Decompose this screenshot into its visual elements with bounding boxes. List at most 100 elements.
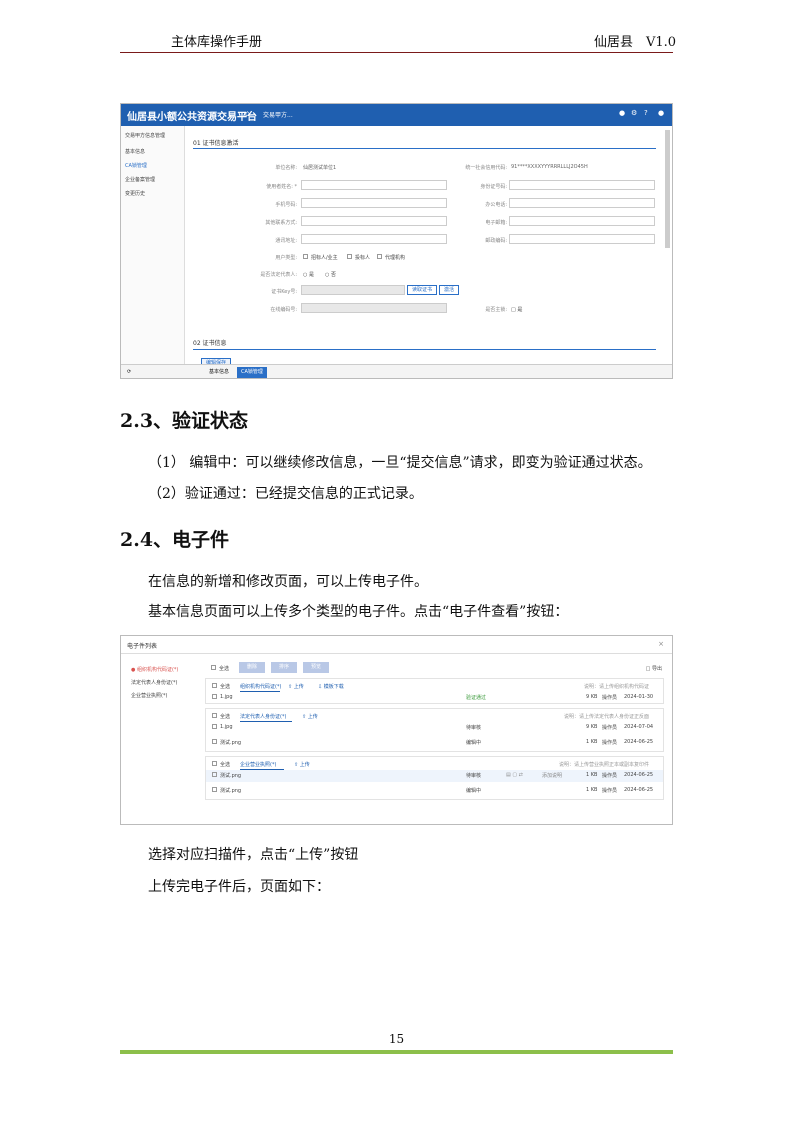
file-name[interactable]: 测试.png — [220, 787, 241, 794]
dialog-title: 电子件列表 — [127, 643, 158, 650]
label-credit-code: 统一社会信用代码: — [465, 165, 507, 171]
upload-button[interactable]: ⇪ 上传 — [294, 761, 310, 768]
upload-label: 上传 — [299, 762, 310, 768]
row-add-note[interactable]: 添加说明 — [542, 772, 562, 779]
tab-ca-lock[interactable]: CA锁管理 — [237, 367, 267, 378]
user-type-checkbox-bidder[interactable] — [347, 254, 352, 259]
email-input[interactable] — [509, 216, 655, 226]
section-activate-title: 01 证书信息激活 — [193, 140, 239, 147]
row-checkbox[interactable] — [212, 787, 217, 792]
user-icon[interactable]: ● — [658, 109, 664, 117]
label-id-no: 身份证号码: — [480, 184, 507, 190]
group-org-code: 全选 组织机构代码证(*) ⇪ 上传 ⇩ 模板下载 说明：请上传组织机构代码证 … — [205, 678, 664, 704]
mobile-input[interactable] — [301, 198, 447, 208]
office-phone-input[interactable] — [509, 198, 655, 208]
file-size: 1 KB — [586, 739, 598, 745]
is-legal-no-label: 否 — [330, 272, 336, 278]
file-name[interactable]: 1.jpg — [220, 694, 233, 700]
group-note: 说明：请上传法定代表人身份证正反面 — [563, 714, 649, 720]
user-name-input[interactable] — [301, 180, 447, 190]
export-button[interactable]: □ 导出 — [646, 665, 662, 672]
row-checkbox[interactable] — [212, 772, 217, 777]
para-2-3-1: （1） 编辑中：可以继续修改信息，一旦“提交信息”请求，即变为验证通过状态。 — [148, 455, 652, 471]
row-checkbox[interactable] — [212, 739, 217, 744]
home-icon[interactable]: ⌂ — [245, 109, 250, 118]
file-name[interactable]: 1.jpg — [220, 724, 233, 730]
side-item-license[interactable]: 企业营业执照(*) — [131, 692, 167, 699]
breadcrumb[interactable]: 交易甲方... — [263, 110, 293, 119]
file-name[interactable]: 测试.png — [220, 772, 241, 779]
user-type-checkbox-agency[interactable] — [377, 254, 382, 259]
group-select-checkbox[interactable] — [212, 683, 217, 688]
group-select-label: 全选 — [220, 684, 231, 690]
sidebar: 交易甲方信息管理 基本信息 CA锁管理 企业备案管理 变更历史 — [121, 126, 185, 364]
bell-icon[interactable]: ● — [619, 109, 625, 117]
file-status: 待审核 — [466, 725, 482, 731]
default-lock-checkbox[interactable]: □ 是 — [511, 306, 522, 313]
ukey-input[interactable] — [301, 285, 405, 295]
label-user-type: 用户类型: — [275, 255, 297, 261]
sidebar-item-filing[interactable]: 企业备案管理 — [125, 176, 155, 183]
para-after-1: 选择对应扫描件，点击“上传”按钮 — [148, 847, 359, 863]
scrollbar[interactable] — [665, 130, 670, 248]
row-checkbox[interactable] — [212, 694, 217, 699]
id-no-input[interactable] — [509, 180, 655, 190]
label-biz-no: 在线编码号: — [270, 307, 297, 313]
group-select-label: 全选 — [220, 714, 231, 720]
sort-button[interactable]: 排序 — [271, 662, 297, 673]
address-input[interactable] — [301, 234, 447, 244]
side-item-org-code[interactable]: ● 组织机构代码证(*) — [131, 666, 178, 673]
activate-button[interactable]: 激活 — [439, 285, 459, 295]
delete-button[interactable]: 删除 — [239, 662, 265, 673]
tab-basic-info[interactable]: 基本信息 — [205, 367, 233, 378]
sidebar-item-ca[interactable]: CA锁管理 — [125, 162, 147, 169]
contact-input[interactable] — [301, 216, 447, 226]
file-name[interactable]: 测试.png — [220, 739, 241, 746]
is-legal-yes-radio[interactable]: ○ 是 — [303, 271, 314, 278]
file-user: 操作员 — [602, 740, 618, 746]
is-legal-yes-label: 是 — [308, 272, 314, 278]
sidebar-item-history[interactable]: 变更历史 — [125, 190, 145, 197]
sidebar-title: 交易甲方信息管理 — [125, 133, 166, 139]
close-icon[interactable]: × — [658, 640, 664, 648]
user-type-checkbox-owner[interactable] — [303, 254, 308, 259]
group-name[interactable]: 企业营业执照(*) — [240, 761, 276, 768]
group-name[interactable]: 法定代表人身份证(*) — [240, 713, 286, 720]
file-date: 2024-06-25 — [624, 772, 654, 778]
label-office-phone: 办公电话: — [485, 202, 507, 208]
group-select-checkbox[interactable] — [212, 761, 217, 766]
read-cert-button[interactable]: 读取证书 — [407, 285, 437, 295]
help-icon[interactable]: ? — [644, 109, 648, 117]
refresh-icon[interactable]: ⟳ — [123, 367, 135, 378]
group-note: 说明：请上传营业执照正本或副本复印件 — [558, 762, 649, 768]
group-select-checkbox[interactable] — [212, 713, 217, 718]
upload-button[interactable]: ⇪ 上传 — [302, 713, 318, 720]
biz-no-input[interactable] — [301, 303, 447, 313]
para-after-2: 上传完电子件后，页面如下： — [148, 879, 330, 895]
upload-button[interactable]: ⇪ 上传 — [288, 683, 304, 690]
label-postcode: 邮政编码: — [485, 238, 507, 244]
settings-icon[interactable]: ⚙ — [631, 109, 637, 117]
sidebar-item-basic[interactable]: 基本信息 — [125, 148, 145, 155]
group-name-underline — [240, 721, 292, 722]
para-2-3-2: （2）验证通过：已经提交信息的正式记录。 — [148, 486, 423, 502]
row-action-icons[interactable]: ▤ ▢ ⇄ — [506, 772, 523, 778]
is-legal-no-radio[interactable]: ○ 否 — [325, 271, 336, 278]
file-user: 操作员 — [602, 695, 618, 701]
heading-2-3: 2.3、验证状态 — [120, 410, 249, 432]
row-checkbox[interactable] — [212, 724, 217, 729]
para-2-4-1: 在信息的新增和修改页面，可以上传电子件。 — [148, 574, 428, 590]
label-address: 通讯地址: — [275, 238, 297, 244]
file-size: 1 KB — [586, 787, 598, 793]
side-item-legal-id[interactable]: 法定代表人身份证(*) — [131, 679, 177, 686]
preview-button[interactable]: 预览 — [303, 662, 329, 673]
file-date: 2024-07-04 — [624, 724, 654, 730]
label-unit-name: 单位名称: — [275, 165, 297, 171]
template-download-button[interactable]: ⇩ 模板下载 — [318, 683, 344, 690]
upload-label: 上传 — [307, 714, 318, 720]
select-all-checkbox[interactable] — [211, 665, 216, 670]
group-name[interactable]: 组织机构代码证(*) — [240, 683, 281, 690]
user-type-owner-label: 招标人/业主 — [311, 255, 338, 261]
group-legal-id: 全选 法定代表人身份证(*) ⇪ 上传 说明：请上传法定代表人身份证正反面 1.… — [205, 708, 664, 752]
postcode-input[interactable] — [509, 234, 655, 244]
